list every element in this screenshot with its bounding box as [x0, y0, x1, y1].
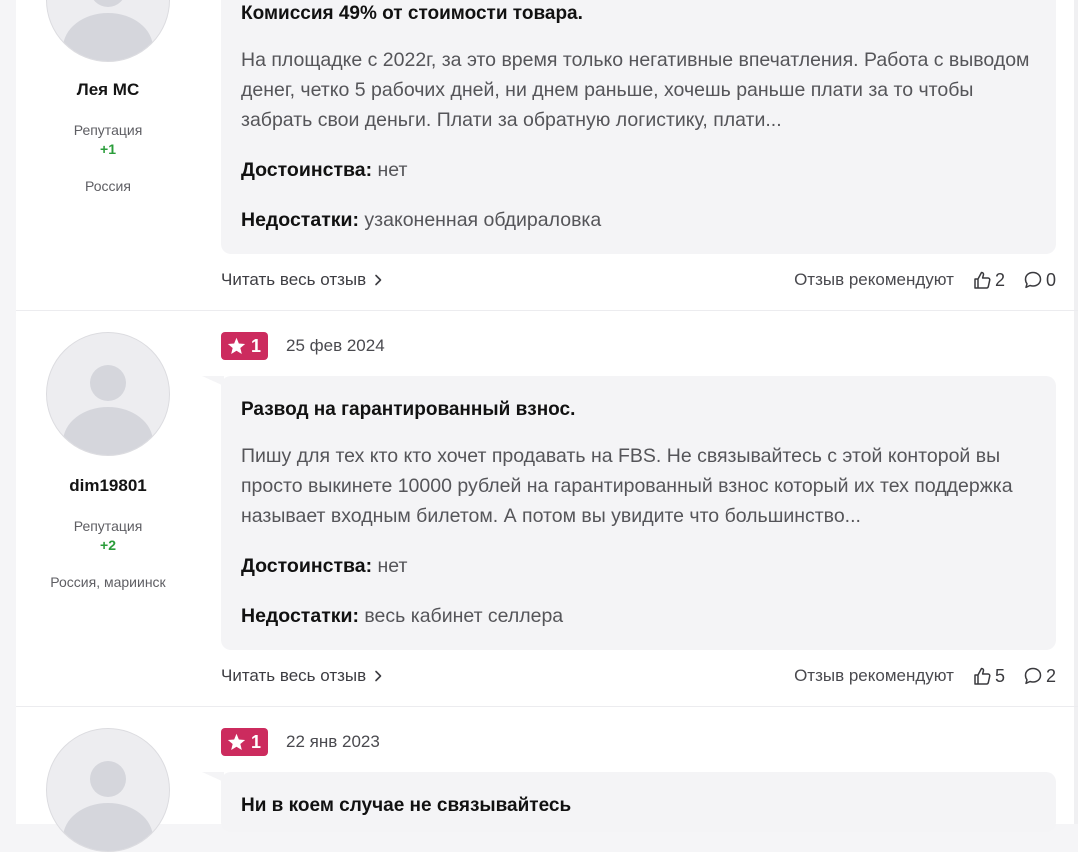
- review-cons: Недостатки: узаконенная обдираловка: [241, 209, 1036, 232]
- comments-count: 2: [1045, 665, 1056, 686]
- like-button[interactable]: 2: [972, 270, 1005, 291]
- pros-value: нет: [377, 555, 408, 577]
- author-location: Россия, мариинск: [50, 574, 166, 590]
- avatar[interactable]: [46, 728, 170, 852]
- cons-label: Недостатки:: [241, 209, 359, 231]
- author-location: Россия: [85, 178, 131, 194]
- read-more-label: Читать весь отзыв: [221, 270, 367, 289]
- comments-count: 0: [1045, 269, 1056, 290]
- review-title[interactable]: Развод на гарантированный взнос.: [241, 399, 1036, 421]
- pros-label: Достоинства:: [241, 555, 373, 577]
- recommend-label: Отзыв рекомендуют: [794, 666, 954, 685]
- read-full-review-link[interactable]: Читать весь отзыв: [221, 270, 382, 290]
- read-more-label: Читать весь отзыв: [221, 666, 367, 685]
- review-footer: Читать весь отзыв Отзыв рекомендуют 2 0: [221, 268, 1056, 292]
- star-icon: [227, 733, 246, 751]
- author-name[interactable]: dim19801: [16, 476, 200, 496]
- review-pros: Достоинства: нет: [241, 159, 1036, 182]
- review-bubble: Развод на гарантированный взнос. Пишу дл…: [221, 376, 1056, 650]
- review-bubble: Комиссия 49% от стоимости товара. На пло…: [221, 0, 1056, 254]
- review-cons: Недостатки: весь кабинет селлера: [241, 605, 1036, 628]
- cons-label: Недостатки:: [241, 605, 359, 627]
- star-icon: [227, 337, 246, 355]
- review-date: 22 янв 2023: [286, 732, 380, 751]
- review-stats: Отзыв рекомендуют 5 2: [794, 666, 1056, 687]
- likes-count: 5: [994, 665, 1005, 686]
- thumbs-up-icon: [974, 271, 991, 289]
- likes-count: 2: [994, 269, 1005, 290]
- reputation-value: +1: [100, 141, 116, 157]
- comments-button[interactable]: 0: [1023, 270, 1056, 291]
- read-full-review-link[interactable]: Читать весь отзыв: [221, 666, 382, 686]
- review-meta: 1 25 фев 2024: [221, 331, 385, 361]
- reputation-label: Репутация: [73, 518, 143, 534]
- rating-value: 1: [251, 731, 262, 752]
- review-divider: [16, 310, 1078, 311]
- pros-value: нет: [377, 159, 408, 181]
- review-pros: Достоинства: нет: [241, 555, 1036, 578]
- review-footer: Читать весь отзыв Отзыв рекомендуют 5 2: [221, 664, 1056, 688]
- chevron-right-icon: [375, 670, 382, 682]
- scrollbar-track[interactable]: [1074, 0, 1078, 824]
- cons-value: узаконенная обдираловка: [364, 209, 602, 231]
- thumbs-up-icon: [974, 667, 991, 685]
- rating-value: 1: [251, 335, 262, 356]
- review-date: 25 фев 2024: [286, 336, 385, 355]
- review-title[interactable]: Ни в коем случае не связывайтесь: [241, 795, 1036, 817]
- recommend-label: Отзыв рекомендуют: [794, 270, 954, 289]
- chevron-right-icon: [375, 274, 382, 286]
- reputation-value: +2: [100, 537, 116, 553]
- rating-badge: 1: [221, 332, 269, 360]
- cons-value: весь кабинет селлера: [364, 605, 564, 627]
- like-button[interactable]: 5: [972, 666, 1005, 687]
- pros-label: Достоинства:: [241, 159, 373, 181]
- review-divider: [16, 706, 1078, 707]
- comments-button[interactable]: 2: [1023, 666, 1056, 687]
- review-bubble: Ни в коем случае не связывайтесь: [221, 772, 1056, 832]
- comment-icon: [1024, 667, 1042, 685]
- review-stats: Отзыв рекомендуют 2 0: [794, 270, 1056, 291]
- review-text: Пишу для тех кто кто хочет продавать на …: [241, 445, 1013, 527]
- rating-badge: 1: [221, 728, 269, 756]
- author-name[interactable]: Лея МС: [16, 80, 200, 100]
- reputation-label: Репутация: [73, 122, 143, 138]
- avatar[interactable]: [46, 332, 170, 456]
- review-title[interactable]: Комиссия 49% от стоимости товара.: [241, 3, 1036, 25]
- review-meta: 1 22 янв 2023: [221, 727, 380, 757]
- review-text: На площадке с 2022г, за это время только…: [241, 49, 1030, 131]
- comment-icon: [1024, 271, 1042, 289]
- avatar[interactable]: [46, 0, 170, 62]
